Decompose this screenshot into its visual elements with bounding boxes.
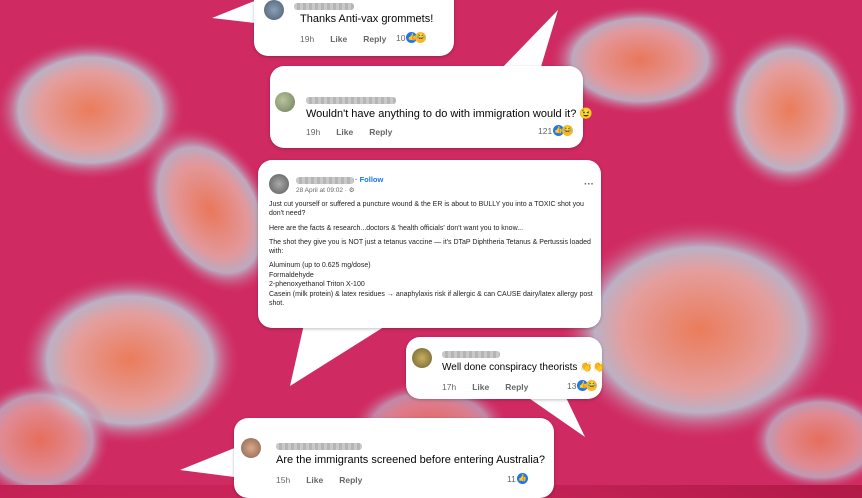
comment-bubble-2: Wouldn't have anything to do with immigr… [270,66,593,148]
comment-time: 15h [276,475,291,485]
blurred-username [442,351,500,358]
reaction-count[interactable]: 13 👍 😂 [567,380,598,391]
bubble-tail [290,320,395,386]
reply-button[interactable]: Reply [369,127,392,137]
post-paragraph: Just cut yourself or suffered a puncture… [269,201,584,218]
post-content: Just cut yourself or suffered a puncture… [269,200,594,308]
comment-actions: 19h Like Reply [306,127,408,137]
reaction-count[interactable]: 121 👍 😂 [538,125,574,136]
like-button[interactable]: Like [472,382,489,392]
comment-bubble-1: Thanks Anti-vax grommets! 19h Like Reply 1… [254,0,454,56]
comment-time: 19h [306,127,321,137]
comment-text: Well done conspiracy theorists 👏👏 [442,362,606,373]
comment-bubble-3: Well done conspiracy theorists 👏👏 17h Lik… [406,337,606,399]
like-button[interactable]: Like [306,475,323,485]
comment-time: 17h [442,382,457,392]
comment-actions: 19h Like Reply [300,34,402,44]
more-options-icon[interactable]: ··· [584,179,594,190]
comment-actions: 17h Like Reply [442,382,544,392]
avatar [412,348,432,368]
comment-text: Wouldn't have anything to do with immigr… [306,108,594,120]
laugh-reaction-icon: 😂 [415,32,427,43]
comment-time: 19h [300,34,315,44]
reply-button[interactable]: Reply [339,475,362,485]
avatar [241,438,261,458]
comment-actions: 15h Like Reply [276,475,378,485]
blurred-username [276,443,362,450]
comment-text: Are the immigrants screened before enter… [276,454,546,466]
post-date: 28 April at 09:02 · ⚙ [296,187,355,194]
like-reaction-icon: 👍 [516,473,528,484]
laugh-reaction-icon: 😂 [586,380,598,391]
follow-link[interactable]: · Follow [355,175,399,184]
avatar [264,0,284,20]
post-list-item: 2-phenoxyethanol Triton X-100 [269,281,365,289]
post-bubble: · Follow 28 April at 09:02 · ⚙ ··· Just … [258,160,601,328]
like-button[interactable]: Like [330,34,347,44]
blurred-author-name [296,177,354,184]
blurred-username [306,97,396,104]
like-button[interactable]: Like [336,127,353,137]
avatar [269,174,289,194]
post-paragraph: Here are the facts & research...doctors … [269,224,524,232]
reaction-count[interactable]: 10 👍 😂 [396,32,427,43]
comment-bubble-4: Are the immigrants screened before enter… [234,418,554,498]
bubble-tail [500,10,558,70]
post-list-item: Casein (milk protein) & latex residues →… [269,290,593,308]
comment-text: Thanks Anti-vax grommets! [300,13,434,25]
reply-button[interactable]: Reply [505,382,528,392]
reply-button[interactable]: Reply [363,34,386,44]
post-list-item: Aluminum (up to 0.625 mg/dose) [269,262,371,270]
post-list-item: Formaldehyde [269,271,314,279]
blurred-username [294,3,354,10]
laugh-reaction-icon: 😂 [562,125,574,136]
post-paragraph: The shot they give you is NOT just a tet… [269,238,591,256]
reaction-count[interactable]: 11 👍 [507,473,528,484]
avatar [275,92,295,112]
